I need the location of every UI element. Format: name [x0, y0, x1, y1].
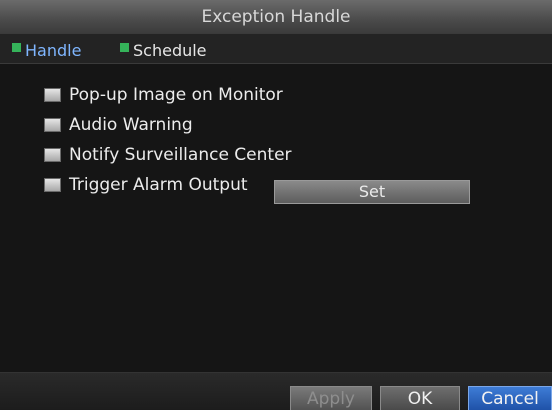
option-notify-center: Notify Surveillance Center [44, 140, 292, 170]
popup-image-label: Pop-up Image on Monitor [69, 85, 283, 105]
apply-button[interactable]: Apply [290, 386, 372, 410]
handle-options-list: Pop-up Image on Monitor Audio Warning No… [44, 80, 292, 200]
option-popup-image: Pop-up Image on Monitor [44, 80, 292, 110]
tab-marker-icon [12, 42, 21, 52]
tab-schedule-label: Schedule [133, 40, 207, 60]
ok-button[interactable]: OK [380, 386, 460, 410]
audio-warning-checkbox[interactable] [44, 118, 61, 132]
trigger-alarm-label: Trigger Alarm Output [69, 175, 248, 195]
popup-image-checkbox[interactable] [44, 88, 61, 102]
cancel-button[interactable]: Cancel [468, 386, 552, 410]
audio-warning-label: Audio Warning [69, 115, 193, 135]
tab-marker-icon [120, 42, 129, 52]
trigger-alarm-checkbox[interactable] [44, 178, 61, 192]
tab-handle-label: Handle [25, 40, 82, 60]
option-audio-warning: Audio Warning [44, 110, 292, 140]
option-trigger-alarm: Trigger Alarm Output [44, 170, 292, 200]
notify-center-label: Notify Surveillance Center [69, 145, 292, 165]
notify-center-checkbox[interactable] [44, 148, 61, 162]
tab-handle[interactable]: Handle [12, 40, 81, 60]
tab-divider [0, 63, 552, 64]
set-button[interactable]: Set [274, 180, 470, 204]
dialog-footer: Apply OK Cancel [0, 372, 552, 410]
tab-bar: Handle Schedule [0, 34, 552, 64]
dialog-title: Exception Handle [0, 0, 552, 34]
tab-schedule[interactable]: Schedule [120, 40, 207, 60]
exception-handle-dialog: Exception Handle Handle Schedule Pop-up … [0, 0, 552, 410]
